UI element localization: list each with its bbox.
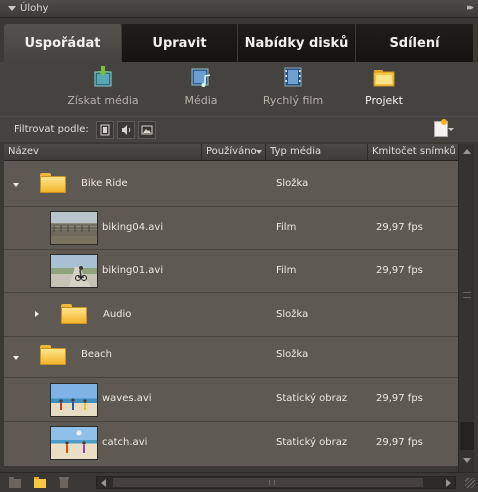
item-type: Film xyxy=(276,265,297,276)
clip-thumbnail xyxy=(50,426,98,460)
folder-icon xyxy=(61,304,87,324)
scroll-grip-icon xyxy=(269,480,275,485)
expand-triangle-icon[interactable] xyxy=(13,183,19,187)
project-folder-icon xyxy=(373,66,395,88)
item-frame-rate: 29,97 fps xyxy=(376,265,423,276)
get-media-button[interactable]: Získat média xyxy=(48,66,158,107)
new-folder-disabled-icon[interactable] xyxy=(8,476,22,489)
new-folder-icon[interactable] xyxy=(33,476,47,489)
folder-icon xyxy=(40,345,66,365)
item-type: Statický obraz xyxy=(276,393,348,404)
filter-bar: Filtrovat podle: xyxy=(0,116,478,142)
item-frame-rate: 29,97 fps xyxy=(376,437,423,448)
expand-triangle-icon[interactable] xyxy=(35,311,39,317)
tab-edit[interactable]: Upravit xyxy=(122,24,238,62)
scroll-grip-icon xyxy=(463,292,471,298)
collapse-triangle-icon[interactable] xyxy=(8,6,16,11)
horizontal-scroll-thumb[interactable] xyxy=(113,478,423,487)
column-frame-rate[interactable]: Kmitočet snímků xyxy=(368,144,458,161)
item-name: waves.avi xyxy=(102,393,152,404)
column-used[interactable]: Používáno xyxy=(202,144,266,161)
scroll-left-icon[interactable] xyxy=(101,479,106,487)
item-name: Beach xyxy=(81,349,112,360)
image-filter-icon[interactable] xyxy=(137,120,156,139)
vertical-scrollbar[interactable] xyxy=(458,144,474,472)
item-type: Složka xyxy=(276,349,309,360)
folder-icon xyxy=(40,173,66,193)
get-media-label: Získat média xyxy=(67,94,139,107)
column-name[interactable]: Název xyxy=(4,144,202,161)
item-name: biking04.avi xyxy=(102,222,164,233)
list-item[interactable]: Audio Složka xyxy=(4,293,458,337)
horizontal-scrollbar[interactable] xyxy=(96,476,456,489)
instant-movie-icon xyxy=(282,66,304,88)
filter-label: Filtrovat podle: xyxy=(14,124,89,135)
item-frame-rate: 29,97 fps xyxy=(376,393,423,404)
column-header: Název Používáno Typ média Kmitočet snímk… xyxy=(4,144,458,161)
item-type: Statický obraz xyxy=(276,437,348,448)
new-item-icon[interactable] xyxy=(434,119,448,137)
media-label: Média xyxy=(184,94,218,107)
item-name: catch.avi xyxy=(102,437,148,448)
organize-toolbar: Získat média Média Rychlý film Projekt xyxy=(0,62,478,116)
panel-menu-icon[interactable]: ▸▸ xyxy=(467,3,474,13)
video-filter-icon[interactable] xyxy=(95,120,114,139)
resize-grip-icon[interactable] xyxy=(465,478,475,488)
bottom-bar xyxy=(0,472,478,492)
task-tabs: Uspořádat Upravit Nabídky disků Sdílení xyxy=(4,24,474,62)
item-type: Složka xyxy=(276,178,309,189)
item-name: biking01.avi xyxy=(102,265,164,276)
clip-thumbnail xyxy=(50,254,98,288)
scroll-down-icon[interactable] xyxy=(463,458,471,463)
list-item[interactable]: waves.avi Statický obraz 29,97 fps xyxy=(4,378,458,422)
item-type: Film xyxy=(276,222,297,233)
list-item[interactable]: Beach Složka xyxy=(4,337,458,378)
list-item[interactable]: Bike Ride Složka xyxy=(4,161,458,207)
clip-thumbnail xyxy=(50,383,98,417)
panel-title: Úlohy xyxy=(20,3,49,14)
list-item[interactable]: catch.avi Statický obraz 29,97 fps xyxy=(4,422,458,466)
scroll-right-icon[interactable] xyxy=(446,479,451,487)
get-media-icon xyxy=(92,66,114,88)
project-button[interactable]: Projekt xyxy=(329,66,439,107)
clip-thumbnail xyxy=(50,211,98,245)
sort-arrow-icon xyxy=(256,150,262,154)
tab-share[interactable]: Sdílení xyxy=(356,24,474,62)
audio-filter-icon[interactable] xyxy=(116,120,135,139)
item-frame-rate: 29,97 fps xyxy=(376,222,423,233)
media-icon xyxy=(190,66,212,88)
scroll-thumb[interactable] xyxy=(460,422,474,450)
item-name: Audio xyxy=(103,309,132,320)
list-item[interactable]: biking01.avi Film 29,97 fps xyxy=(4,250,458,293)
trash-icon[interactable] xyxy=(57,476,71,489)
item-name: Bike Ride xyxy=(81,178,128,189)
scroll-up-icon[interactable] xyxy=(463,149,471,154)
project-list: Bike Ride Složka biking04.avi Film 29,97… xyxy=(4,161,458,466)
tab-organize[interactable]: Uspořádat xyxy=(4,24,122,62)
expand-triangle-icon[interactable] xyxy=(13,356,19,360)
project-label: Projekt xyxy=(365,94,403,107)
tab-disc-menus[interactable]: Nabídky disků xyxy=(238,24,356,62)
panel-titlebar: Úlohy ▸▸ xyxy=(0,0,478,18)
column-media-type[interactable]: Typ média xyxy=(266,144,368,161)
column-used-label: Používáno xyxy=(206,146,257,157)
instant-movie-label: Rychlý film xyxy=(262,94,324,107)
new-item-dropdown-icon[interactable] xyxy=(448,128,454,131)
list-item[interactable]: biking04.avi Film 29,97 fps xyxy=(4,207,458,250)
item-type: Složka xyxy=(276,309,309,320)
